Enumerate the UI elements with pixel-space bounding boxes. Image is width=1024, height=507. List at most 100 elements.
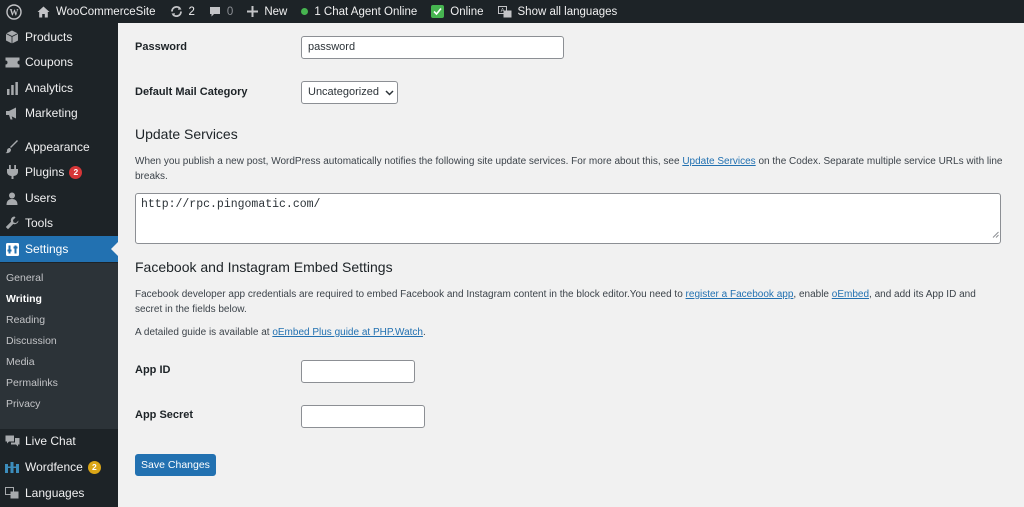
sidebar-item-label: Marketing: [25, 106, 78, 120]
embed-guide-note: A detailed guide is available at oEmbed …: [135, 325, 1005, 340]
chat-bubbles-icon: [4, 433, 20, 449]
sidebar-item-label: Coupons: [25, 55, 74, 69]
svg-text:W: W: [10, 7, 19, 17]
coupon-icon: [4, 54, 20, 70]
writing-settings-form: Password password Default Mail Category …: [118, 23, 1024, 507]
wordpress-logo-button[interactable]: W: [0, 0, 30, 23]
embed-description: Facebook developer app credentials are r…: [135, 287, 1005, 317]
sidebar-item-label: Wordfence: [25, 460, 83, 474]
submenu-item-general[interactable]: General: [6, 272, 43, 284]
submenu-item-discussion[interactable]: Discussion: [6, 335, 57, 347]
embed-settings-heading: Facebook and Instagram Embed Settings: [135, 259, 393, 275]
comment-icon: [209, 6, 221, 18]
wordpress-logo-icon: W: [6, 3, 22, 20]
app-id-label: App ID: [135, 364, 171, 376]
embed-text: Facebook developer app credentials are r…: [135, 289, 686, 300]
app-secret-label: App Secret: [135, 409, 194, 421]
sidebar-item-coupons[interactable]: Coupons: [0, 49, 118, 75]
user-icon: [4, 190, 20, 206]
sidebar-item-live-chat[interactable]: Live Chat: [0, 428, 118, 454]
sidebar-item-label: Tools: [25, 216, 54, 230]
submenu-item-privacy[interactable]: Privacy: [6, 398, 40, 410]
sidebar-item-label: Users: [25, 191, 57, 205]
sidebar-item-label: Settings: [25, 242, 69, 256]
languages-label: Show all languages: [517, 5, 618, 18]
password-label: Password: [135, 41, 187, 53]
update-services-heading: Update Services: [135, 126, 238, 142]
sidebar-item-label: Analytics: [25, 81, 74, 95]
new-label: New: [264, 5, 288, 18]
settings-submenu: General Writing Reading Discussion Media…: [0, 263, 118, 429]
wordfence-alert-badge: 2: [87, 460, 101, 474]
resize-handle-icon[interactable]: [992, 229, 999, 242]
save-changes-button[interactable]: Save Changes: [135, 454, 216, 476]
checkbox-icon: [431, 5, 445, 18]
megaphone-icon: [4, 105, 20, 121]
admin-bar: W WooCommerceSite 2 0 New 1 Chat Agent O…: [0, 0, 1024, 23]
chevron-down-icon: [385, 89, 394, 96]
online-toggle[interactable]: Online: [424, 0, 490, 23]
sidebar-item-appearance[interactable]: Appearance: [0, 134, 118, 160]
new-content-link[interactable]: New: [240, 0, 294, 23]
app-secret-input[interactable]: [301, 405, 425, 428]
sidebar-item-marketing[interactable]: Marketing: [0, 100, 118, 126]
mail-category-select[interactable]: Uncategorized: [301, 81, 398, 104]
guide-text-after: .: [422, 327, 426, 338]
translate-icon: [4, 485, 20, 501]
sidebar-item-label: Languages: [25, 486, 85, 500]
sidebar-item-tools[interactable]: Tools: [0, 210, 118, 236]
sidebar-item-users[interactable]: Users: [0, 185, 118, 211]
status-dot-icon: [301, 8, 309, 15]
update-services-text: When you publish a new post, WordPress a…: [135, 156, 683, 167]
submenu-item-permalinks[interactable]: Permalinks: [6, 377, 58, 389]
sidebar-item-label: Plugins: [25, 165, 65, 179]
guide-text: A detailed guide is available at: [135, 327, 273, 338]
svg-text:A: A: [500, 8, 504, 14]
site-name: WooCommerceSite: [56, 5, 156, 18]
settings-sliders-icon: [4, 241, 20, 257]
refresh-icon: [170, 5, 183, 18]
sidebar-item-label: Appearance: [25, 140, 90, 154]
sidebar-item-settings[interactable]: Settings: [0, 236, 118, 262]
wrench-icon: [4, 215, 20, 231]
site-name-link[interactable]: WooCommerceSite: [30, 0, 163, 23]
comments-count: 0: [226, 5, 234, 18]
plus-icon: [247, 6, 259, 17]
plugins-update-badge: 2: [69, 165, 83, 179]
chat-status-link[interactable]: 1 Chat Agent Online: [294, 0, 424, 23]
updates-count: 2: [188, 5, 195, 18]
embed-text-mid: , enable: [793, 289, 832, 300]
mail-category-label: Default Mail Category: [135, 86, 248, 98]
sidebar-item-analytics[interactable]: Analytics: [0, 75, 118, 101]
sidebar-item-products[interactable]: Products: [0, 24, 118, 50]
translate-icon: A: [497, 5, 512, 18]
ping-url: http://rpc.pingomatic.com/: [141, 198, 321, 211]
home-icon: [37, 6, 50, 18]
online-label: Online: [450, 5, 484, 18]
updates-link[interactable]: 2: [163, 0, 202, 23]
products-icon: [4, 29, 20, 45]
register-facebook-app-link[interactable]: register a Facebook app: [686, 289, 794, 300]
update-services-textarea[interactable]: http://rpc.pingomatic.com/: [135, 193, 1001, 244]
sidebar-item-plugins[interactable]: Plugins 2: [0, 159, 118, 185]
app-id-input[interactable]: [301, 360, 415, 383]
submenu-item-writing[interactable]: Writing: [6, 293, 42, 305]
oembed-guide-link[interactable]: oEmbed Plus guide at PHP.Watch: [272, 327, 423, 338]
sidebar-item-label: Live Chat: [25, 434, 76, 448]
submenu-item-media[interactable]: Media: [6, 356, 35, 368]
submenu-item-reading[interactable]: Reading: [6, 314, 45, 326]
paintbrush-icon: [4, 139, 20, 155]
update-services-link[interactable]: Update Services: [682, 156, 755, 167]
plugin-icon: [4, 164, 20, 180]
sidebar-item-wordfence[interactable]: Wordfence 2: [0, 454, 118, 480]
wordfence-icon: [4, 459, 20, 475]
oembed-link[interactable]: oEmbed: [832, 289, 869, 300]
languages-link[interactable]: A Show all languages: [491, 0, 625, 23]
password-input[interactable]: password: [301, 36, 564, 59]
chat-status: 1 Chat Agent Online: [314, 5, 418, 18]
mail-category-value: Uncategorized: [308, 86, 379, 98]
sidebar-item-languages[interactable]: Languages: [0, 480, 118, 506]
bar-chart-icon: [4, 80, 20, 96]
admin-sidebar: Products Coupons Analytics Marketing App…: [0, 23, 118, 507]
comments-link[interactable]: 0: [202, 0, 240, 23]
